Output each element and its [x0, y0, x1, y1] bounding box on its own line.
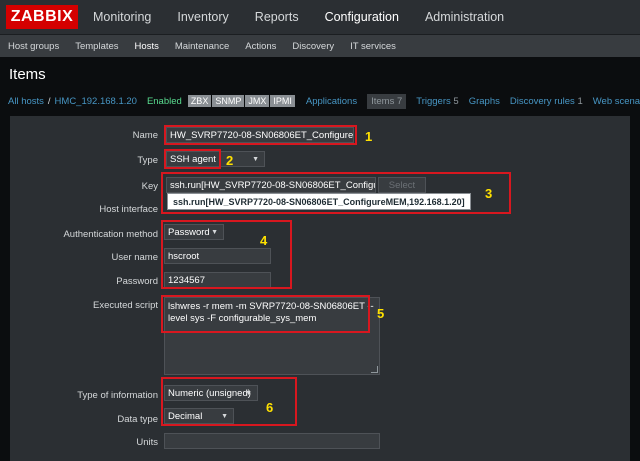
annotation-number-1: 1 — [365, 129, 373, 144]
data-type-label: Data type — [117, 414, 158, 425]
tab-label: Web scenarios — [592, 95, 640, 107]
tab-graphs[interactable]: Graphs — [469, 96, 500, 107]
tab-label: Triggers — [416, 95, 451, 107]
tab-count: 5 — [453, 95, 459, 107]
availability-badges: ZBX SNMP JMX IPMI — [187, 95, 296, 107]
subnav-it-services[interactable]: IT services — [342, 41, 404, 52]
highlight-box-type-info — [161, 377, 297, 426]
tab-label: Discovery rules — [509, 95, 575, 107]
annotation-number-6: 6 — [266, 400, 274, 415]
nav-configuration[interactable]: Configuration — [312, 0, 412, 34]
item-form-panel — [10, 116, 630, 461]
executed-script-label: Executed script — [93, 300, 158, 311]
main-navigation: Monitoring Inventory Reports Configurati… — [80, 0, 517, 34]
annotation-number-3: 3 — [485, 186, 493, 201]
tab-items[interactable]: Items 7 — [367, 93, 407, 109]
badge-ipmi: IPMI — [270, 95, 295, 107]
type-label: Type — [137, 155, 158, 166]
highlight-box-name — [164, 125, 357, 145]
username-label: User name — [111, 252, 158, 263]
breadcrumb-separator: / — [47, 95, 51, 107]
page-title: Items — [9, 66, 46, 83]
nav-reports[interactable]: Reports — [242, 0, 312, 34]
name-label: Name — [132, 130, 158, 141]
nav-monitoring[interactable]: Monitoring — [80, 0, 164, 34]
resize-handle-icon[interactable] — [371, 366, 378, 373]
tab-web-scenarios[interactable]: Web scenarios — [593, 96, 640, 107]
subnav-maintenance[interactable]: Maintenance — [167, 41, 237, 52]
units-label: Units — [136, 437, 158, 448]
type-of-information-label: Type of information — [77, 390, 158, 401]
badge-zbx: ZBX — [187, 95, 212, 107]
annotation-number-5: 5 — [377, 306, 385, 321]
badge-jmx: JMX — [245, 95, 270, 107]
subnav-templates[interactable]: Templates — [67, 41, 126, 52]
highlight-box-script — [161, 295, 370, 333]
tab-label: Items — [371, 95, 395, 107]
nav-administration[interactable]: Administration — [412, 0, 517, 34]
tab-count: 7 — [396, 95, 403, 107]
subnav-actions[interactable]: Actions — [237, 41, 284, 52]
nav-inventory[interactable]: Inventory — [164, 0, 241, 34]
host-interface-label: Host interface — [99, 204, 158, 215]
tab-applications[interactable]: Applications — [306, 96, 357, 107]
key-label: Key — [141, 181, 158, 192]
tab-label: Graphs — [468, 95, 500, 107]
subnav-discovery[interactable]: Discovery — [284, 41, 342, 52]
auth-method-label: Authentication method — [63, 229, 158, 240]
subnav-hosts[interactable]: Hosts — [127, 41, 167, 52]
tab-label: Applications — [305, 95, 358, 107]
highlight-box-auth — [161, 220, 292, 289]
units-input[interactable] — [164, 433, 380, 449]
highlight-box-key — [161, 172, 511, 214]
breadcrumb-all-hosts[interactable]: All hosts — [8, 96, 44, 107]
highlight-box-type — [164, 149, 221, 169]
top-menu-bar: ZABBIX Monitoring Inventory Reports Conf… — [0, 0, 640, 35]
badge-snmp: SNMP — [212, 95, 245, 107]
breadcrumb-host[interactable]: HMC_192.168.1.20 — [55, 96, 137, 107]
tab-discovery-rules[interactable]: Discovery rules 1 — [510, 96, 583, 107]
annotation-number-4: 4 — [260, 233, 268, 248]
tab-count: 1 — [577, 95, 583, 107]
annotation-number-2: 2 — [226, 153, 234, 168]
password-label: Password — [116, 276, 158, 287]
breadcrumb: All hosts / HMC_192.168.1.20 Enabled ZBX… — [8, 92, 640, 110]
zabbix-logo[interactable]: ZABBIX — [6, 5, 78, 29]
chevron-down-icon: ▼ — [252, 156, 259, 163]
tab-triggers[interactable]: Triggers 5 — [416, 96, 458, 107]
host-status-enabled[interactable]: Enabled — [147, 96, 182, 107]
sub-navigation: Host groups Templates Hosts Maintenance … — [0, 35, 640, 57]
subnav-host-groups[interactable]: Host groups — [0, 41, 67, 52]
